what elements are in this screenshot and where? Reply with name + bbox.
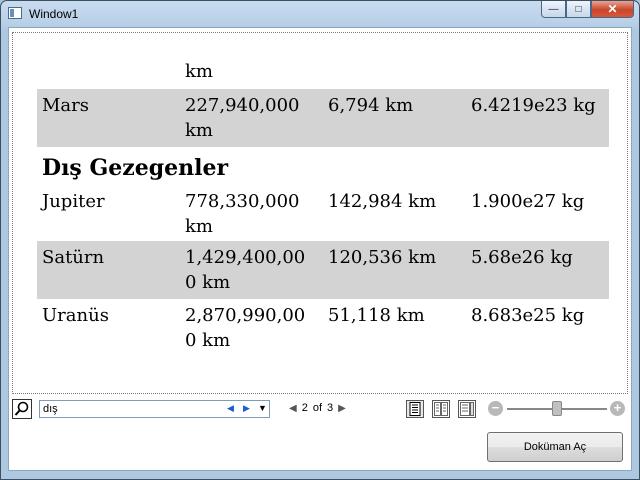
cell-distance-line2: km	[185, 120, 213, 141]
find-previous-icon[interactable]: ◀	[227, 403, 234, 414]
cell-mass: 8.683e25 kg	[471, 305, 585, 326]
minus-icon: −	[491, 400, 500, 415]
table-row: Uranüs 2,870,990,00 0 km 51,118 km 8.683…	[37, 299, 609, 357]
app-window: Window1 — □ ✕ km Mars 227,940,000 km 6,7…	[0, 0, 640, 480]
previous-page-icon[interactable]: ◀	[289, 403, 297, 414]
cell-distance: 778,330,000 km	[185, 189, 323, 239]
table-row: Mars 227,940,000 km 6,794 km 6.4219e23 k…	[37, 89, 609, 147]
cell-planet-name: Uranüs	[42, 305, 109, 326]
flow-document-viewer[interactable]: km Mars 227,940,000 km 6,794 km 6.4219e2…	[12, 32, 628, 394]
plus-icon: +	[613, 400, 622, 415]
cell-planet-name: Mars	[42, 95, 90, 116]
current-page-number: 2	[301, 402, 308, 414]
search-icon	[14, 401, 29, 416]
find-next-icon[interactable]: ▶	[243, 403, 250, 414]
page-of-label: of	[312, 402, 323, 414]
cell-distance-partial: km	[185, 61, 213, 82]
zoom-out-button[interactable]: −	[488, 401, 503, 416]
single-page-view-button[interactable]	[406, 400, 424, 418]
cell-distance: 227,940,000 km	[185, 93, 323, 143]
cell-diameter: 142,984 km	[328, 191, 437, 212]
cell-distance-line1: 778,330,000	[185, 191, 300, 212]
scroll-view-icon	[460, 402, 474, 416]
caption-buttons: — □ ✕	[541, 1, 634, 19]
maximize-icon: □	[575, 3, 582, 15]
two-page-icon	[434, 402, 448, 416]
find-button[interactable]	[12, 399, 32, 419]
close-button[interactable]: ✕	[591, 1, 634, 18]
two-page-view-button[interactable]	[432, 400, 450, 418]
open-document-button[interactable]: Doküman Aç	[487, 432, 623, 462]
section-heading: Dış Gezegenler	[42, 155, 229, 181]
page-navigator: ◀ 2 of 3 ▶	[289, 402, 346, 414]
search-input[interactable]: dış ◀ ▶ ▼	[39, 400, 270, 418]
cell-distance-line2: 0 km	[185, 272, 231, 293]
cell-distance-line1: 2,870,990,00	[185, 305, 306, 326]
close-icon: ✕	[607, 2, 618, 16]
search-options-dropdown-icon[interactable]: ▼	[258, 403, 267, 413]
window-title: Window1	[29, 7, 79, 21]
cell-diameter: 6,794 km	[328, 95, 414, 116]
search-input-value: dış	[43, 403, 58, 415]
table-row: Satürn 1,429,400,00 0 km 120,536 km 5.68…	[37, 241, 609, 299]
cell-mass: 6.4219e23 kg	[471, 95, 596, 116]
cell-mass: 1.900e27 kg	[471, 191, 585, 212]
viewer-toolbar: dış ◀ ▶ ▼ ◀ 2 of 3 ▶ − +	[9, 396, 631, 424]
cell-diameter: 51,118 km	[328, 305, 425, 326]
table-row-partial: km	[37, 59, 609, 89]
client-area: km Mars 227,940,000 km 6,794 km 6.4219e2…	[8, 27, 632, 471]
cell-planet-name: Satürn	[42, 247, 105, 268]
cell-distance: 2,870,990,00 0 km	[185, 303, 323, 353]
table-row: Jupiter 778,330,000 km 142,984 km 1.900e…	[37, 185, 609, 241]
cell-distance: 1,429,400,00 0 km	[185, 245, 323, 295]
zoom-slider-thumb[interactable]	[552, 401, 562, 416]
total-pages-number: 3	[327, 402, 334, 414]
minimize-button[interactable]: —	[541, 1, 566, 18]
cell-planet-name: Jupiter	[42, 191, 105, 212]
cell-distance-line1: 227,940,000	[185, 95, 300, 116]
zoom-in-button[interactable]: +	[610, 401, 625, 416]
maximize-button[interactable]: □	[566, 1, 591, 18]
cell-distance-line1: 1,429,400,00	[185, 247, 306, 268]
title-bar[interactable]: Window1 — □ ✕	[1, 1, 639, 27]
cell-distance-line2: km	[185, 216, 213, 237]
cell-distance-line2: 0 km	[185, 330, 231, 351]
minimize-icon: —	[548, 3, 559, 15]
cell-diameter: 120,536 km	[328, 247, 437, 268]
single-page-icon	[409, 402, 421, 416]
window-icon	[8, 7, 22, 19]
scroll-view-button[interactable]	[458, 400, 476, 418]
cell-mass: 5.68e26 kg	[471, 247, 573, 268]
next-page-icon[interactable]: ▶	[338, 403, 346, 414]
